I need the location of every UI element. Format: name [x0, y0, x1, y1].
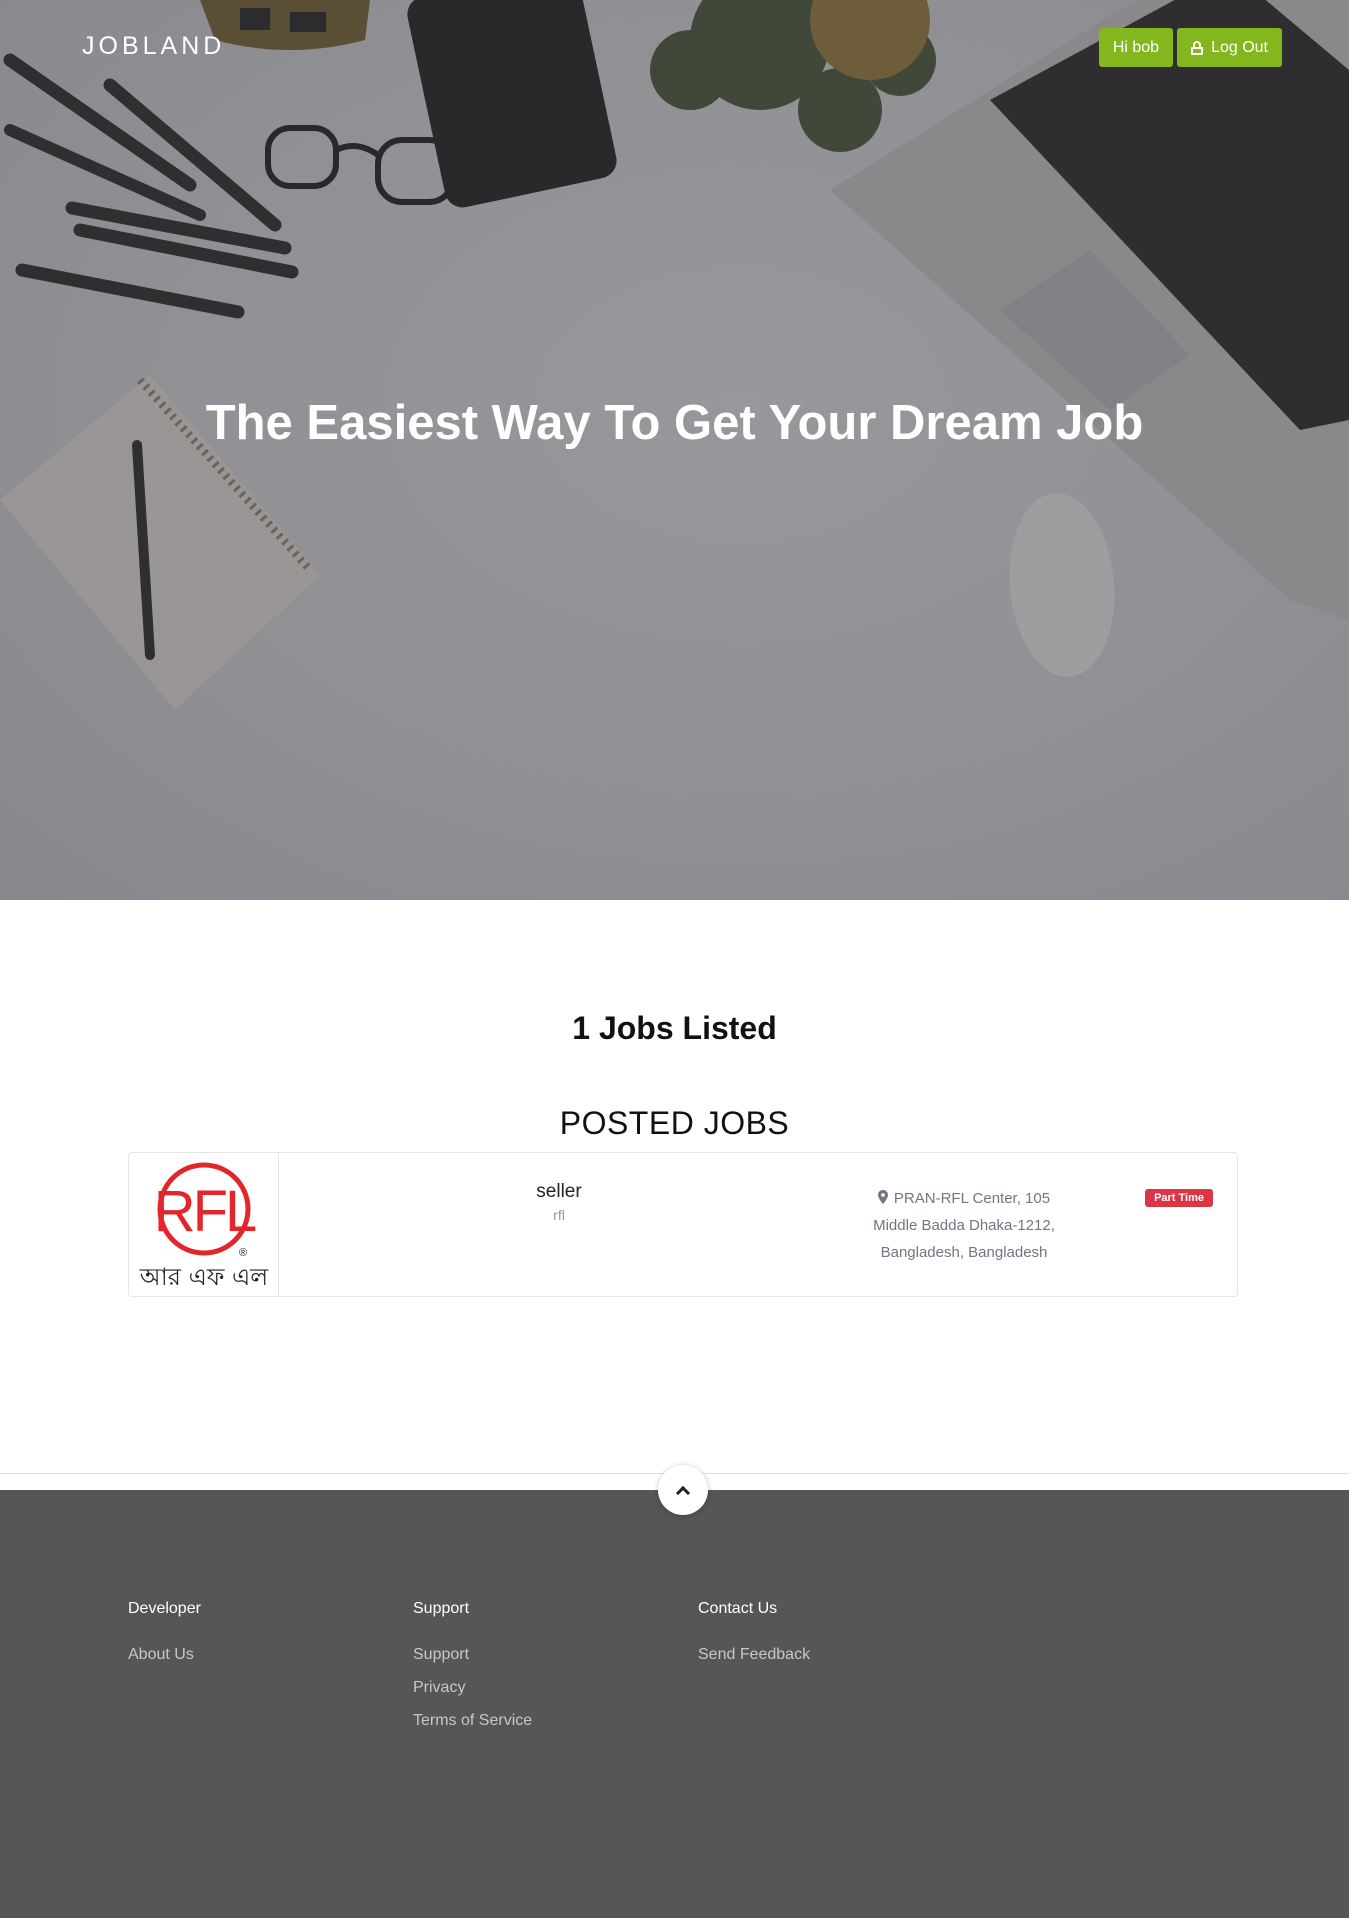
footer-link-terms[interactable]: Terms of Service [413, 1712, 532, 1730]
footer-column-contact: Contact Us Send Feedback [698, 1600, 810, 1679]
chevron-up-icon [675, 1485, 691, 1500]
lock-icon [1191, 40, 1204, 55]
company-logo-subtext: আর এফ এল [139, 1263, 270, 1291]
jobs-section: 1 Jobs Listed POSTED JOBS RFL ® আর এফ এল… [0, 900, 1349, 1472]
footer-heading-support: Support [413, 1600, 470, 1617]
greeting-button[interactable]: Hi bob [1098, 28, 1174, 67]
footer-link-support[interactable]: Support [413, 1646, 532, 1664]
footer-heading-developer: Developer [128, 1600, 201, 1617]
hero-title: The Easiest Way To Get Your Dream Job [205, 396, 1144, 450]
logout-button[interactable]: Log Out [1177, 28, 1282, 67]
back-to-top-button[interactable] [658, 1465, 708, 1515]
brand-logo[interactable]: JOBLAND [82, 32, 225, 61]
job-title[interactable]: seller [459, 1181, 659, 1203]
job-type-badge: Part Time [1145, 1189, 1213, 1207]
footer: Developer About Us Support Support Priva… [0, 1490, 1349, 1918]
footer-column-developer: Developer About Us [128, 1600, 201, 1679]
footer-heading-contact: Contact Us [698, 1600, 778, 1617]
company-logo-text: RFL [154, 1179, 256, 1244]
footer-link-privacy[interactable]: Privacy [413, 1679, 532, 1697]
company-logo: RFL ® আর এফ এল [129, 1153, 279, 1296]
footer-link-send-feedback[interactable]: Send Feedback [698, 1646, 810, 1664]
job-location: PRAN-RFL Center, 105 Middle Badda Dhaka-… [829, 1185, 1099, 1266]
svg-text:®: ® [239, 1247, 247, 1259]
job-card[interactable]: RFL ® আর এফ এল seller rfl PRAN-RFL Cente… [128, 1152, 1238, 1297]
job-title-block: seller rfl [459, 1181, 659, 1223]
job-location-line1: PRAN-RFL Center, 105 [893, 1190, 1051, 1207]
footer-column-support: Support Support Privacy Terms of Service [413, 1600, 532, 1745]
greeting-label: Hi bob [1112, 38, 1160, 56]
job-company: rfl [553, 1207, 565, 1223]
footer-link-about-us[interactable]: About Us [128, 1646, 201, 1664]
job-location-line3: Bangladesh, Bangladesh [880, 1244, 1048, 1261]
posted-jobs-title: POSTED JOBS [559, 1105, 790, 1141]
location-pin-icon [877, 1190, 888, 1204]
hero-section: JOBLAND Hi bob Log Out The Easiest Way T… [0, 0, 1349, 900]
logout-label: Log Out [1211, 38, 1268, 56]
job-location-line2: Middle Badda Dhaka-1212, [873, 1217, 1055, 1234]
nav-buttons: Hi bob Log Out [1098, 28, 1282, 67]
jobs-count-heading: 1 Jobs Listed [572, 1010, 777, 1046]
